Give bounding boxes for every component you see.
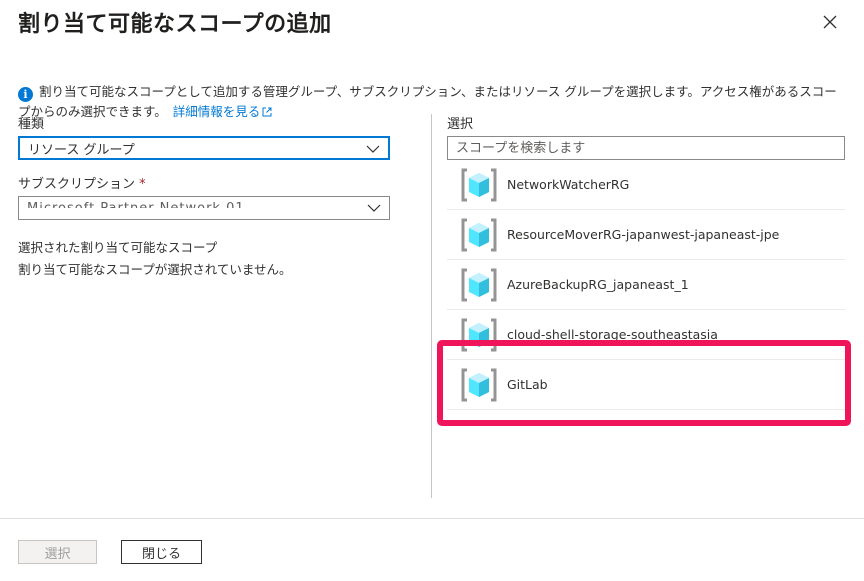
list-item-name: ResourceMoverRG-japanwest-japaneast-jpe <box>507 227 780 242</box>
resource-group-icon <box>461 218 497 251</box>
list-item-name: AzureBackupRG_japaneast_1 <box>507 277 689 292</box>
external-link-icon <box>262 107 272 117</box>
list-item[interactable]: NetworkWatcherRG <box>447 160 845 210</box>
list-item[interactable]: GitLab <box>447 360 845 410</box>
list-item[interactable]: ResourceMoverRG-japanwest-japaneast-jpe <box>447 210 845 260</box>
learn-more-link[interactable]: 詳細情報を見る <box>173 104 273 119</box>
list-item-name: NetworkWatcherRG <box>507 177 630 192</box>
learn-more-link-label: 詳細情報を見る <box>172 104 261 119</box>
list-item[interactable]: cloud-shell-storage-southeastasia <box>447 310 845 360</box>
select-label: 選択 <box>447 117 474 132</box>
chevron-down-icon <box>367 204 381 212</box>
close-icon <box>823 15 837 29</box>
resource-group-icon <box>461 268 497 301</box>
list-item[interactable]: AzureBackupRG_japaneast_1 <box>447 260 845 310</box>
panel-divider <box>431 114 432 498</box>
type-dropdown[interactable]: リソース グループ <box>18 136 390 160</box>
info-icon: i <box>18 87 33 102</box>
subscription-label: サブスクリプション * <box>18 173 146 192</box>
resource-group-icon <box>461 318 497 351</box>
dialog-title: 割り当て可能なスコープの追加 <box>18 12 332 37</box>
type-dropdown-value: リソース グループ <box>28 142 135 158</box>
info-message: i 割り当て可能なスコープとして追加する管理グループ、サブスクリプション、またはリ… <box>18 82 848 121</box>
resource-group-icon <box>461 168 497 201</box>
footer-divider <box>0 518 864 519</box>
list-item-name: cloud-shell-storage-southeastasia <box>507 327 718 342</box>
close-button[interactable] <box>816 8 844 36</box>
scope-search-input[interactable] <box>447 136 845 160</box>
selected-scopes-title: 選択された割り当て可能なスコープ <box>18 240 218 255</box>
close-dialog-button[interactable]: 閉じる <box>121 540 202 564</box>
select-button[interactable]: 選択 <box>18 540 97 564</box>
scope-list: NetworkWatcherRG ResourceMoverRG-japanwe… <box>447 160 845 410</box>
list-item-name: GitLab <box>507 377 548 392</box>
resource-group-icon <box>461 368 497 401</box>
subscription-dropdown-value: Microsoft Partner Network 01 <box>27 198 245 208</box>
subscription-dropdown[interactable]: Microsoft Partner Network 01 <box>18 196 390 220</box>
required-mark: * <box>139 177 146 192</box>
subscription-label-text: サブスクリプション <box>18 177 136 192</box>
type-label: 種類 <box>18 117 45 132</box>
info-text: 割り当て可能なスコープとして追加する管理グループ、サブスクリプション、またはリソ… <box>18 84 837 119</box>
chevron-down-icon <box>366 145 380 153</box>
selected-scopes-empty: 割り当て可能なスコープが選択されていません。 <box>18 262 292 277</box>
